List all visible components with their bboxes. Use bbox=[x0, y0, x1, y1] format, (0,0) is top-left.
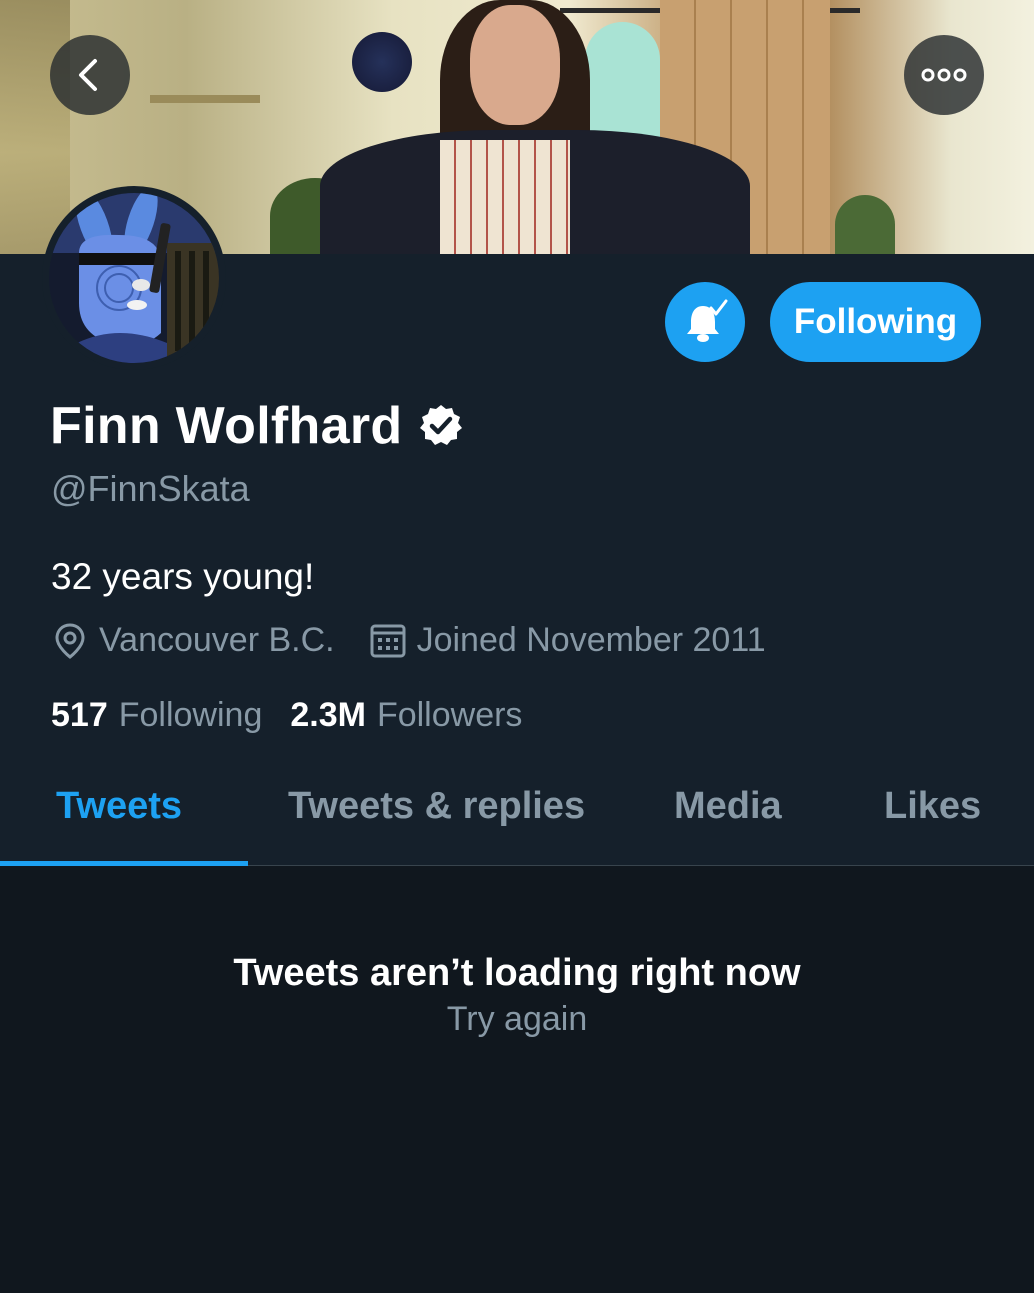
retry-row: Try again bbox=[0, 1000, 1034, 1039]
following-count: 517 bbox=[51, 696, 108, 734]
avatar-illustration bbox=[49, 193, 219, 363]
follow-stats: 517 Following 2.3M Followers bbox=[51, 696, 522, 735]
following-stat[interactable]: 517 Following bbox=[51, 696, 262, 735]
followers-count: 2.3M bbox=[290, 696, 366, 734]
handle: @FinnSkata bbox=[51, 468, 250, 509]
tweet-feed bbox=[0, 866, 1034, 1293]
more-button[interactable] bbox=[904, 35, 984, 115]
location-pin-icon bbox=[55, 622, 85, 659]
following-label: Following bbox=[118, 696, 263, 734]
bell-check-icon bbox=[687, 299, 728, 342]
avatar-image bbox=[49, 193, 219, 363]
bio: 32 years young! bbox=[51, 556, 315, 597]
tab-likes[interactable]: Likes bbox=[884, 785, 981, 828]
banner-wall bbox=[0, 0, 70, 254]
following-button[interactable]: Following bbox=[770, 282, 981, 362]
banner-plant-small bbox=[835, 195, 895, 254]
profile-meta: Vancouver B.C. Joined November 2011 bbox=[51, 621, 766, 660]
feed-error-message: Tweets aren’t loading right now bbox=[233, 952, 801, 994]
tab-media[interactable]: Media bbox=[674, 785, 782, 828]
banner-person-face bbox=[470, 5, 560, 125]
followers-stat[interactable]: 2.3M Followers bbox=[290, 696, 522, 735]
notifications-button[interactable] bbox=[665, 282, 745, 362]
banner-shelf bbox=[150, 95, 260, 103]
name-row: Finn Wolfhard bbox=[50, 396, 464, 456]
joined-item: Joined November 2011 bbox=[369, 621, 766, 660]
tab-tweets-replies[interactable]: Tweets & replies bbox=[288, 785, 585, 828]
profile-tabs: Tweets Tweets & replies Media Likes bbox=[0, 765, 1034, 866]
display-name: Finn Wolfhard bbox=[50, 397, 403, 455]
verified-badge-icon bbox=[420, 405, 463, 445]
back-button[interactable] bbox=[50, 35, 130, 115]
calendar-icon bbox=[370, 624, 406, 657]
location-text: Vancouver B.C. bbox=[99, 621, 335, 659]
followers-label: Followers bbox=[376, 696, 523, 734]
tab-tweets[interactable]: Tweets bbox=[56, 785, 182, 828]
location-item: Vancouver B.C. bbox=[51, 621, 335, 660]
try-again-link[interactable]: Try again bbox=[447, 1000, 587, 1038]
chevron-left-icon bbox=[79, 59, 97, 91]
banner-clock bbox=[352, 32, 412, 92]
banner-person-shirt bbox=[440, 140, 570, 254]
avatar[interactable] bbox=[42, 186, 226, 370]
joined-text: Joined November 2011 bbox=[416, 621, 766, 659]
more-icon bbox=[921, 68, 967, 82]
